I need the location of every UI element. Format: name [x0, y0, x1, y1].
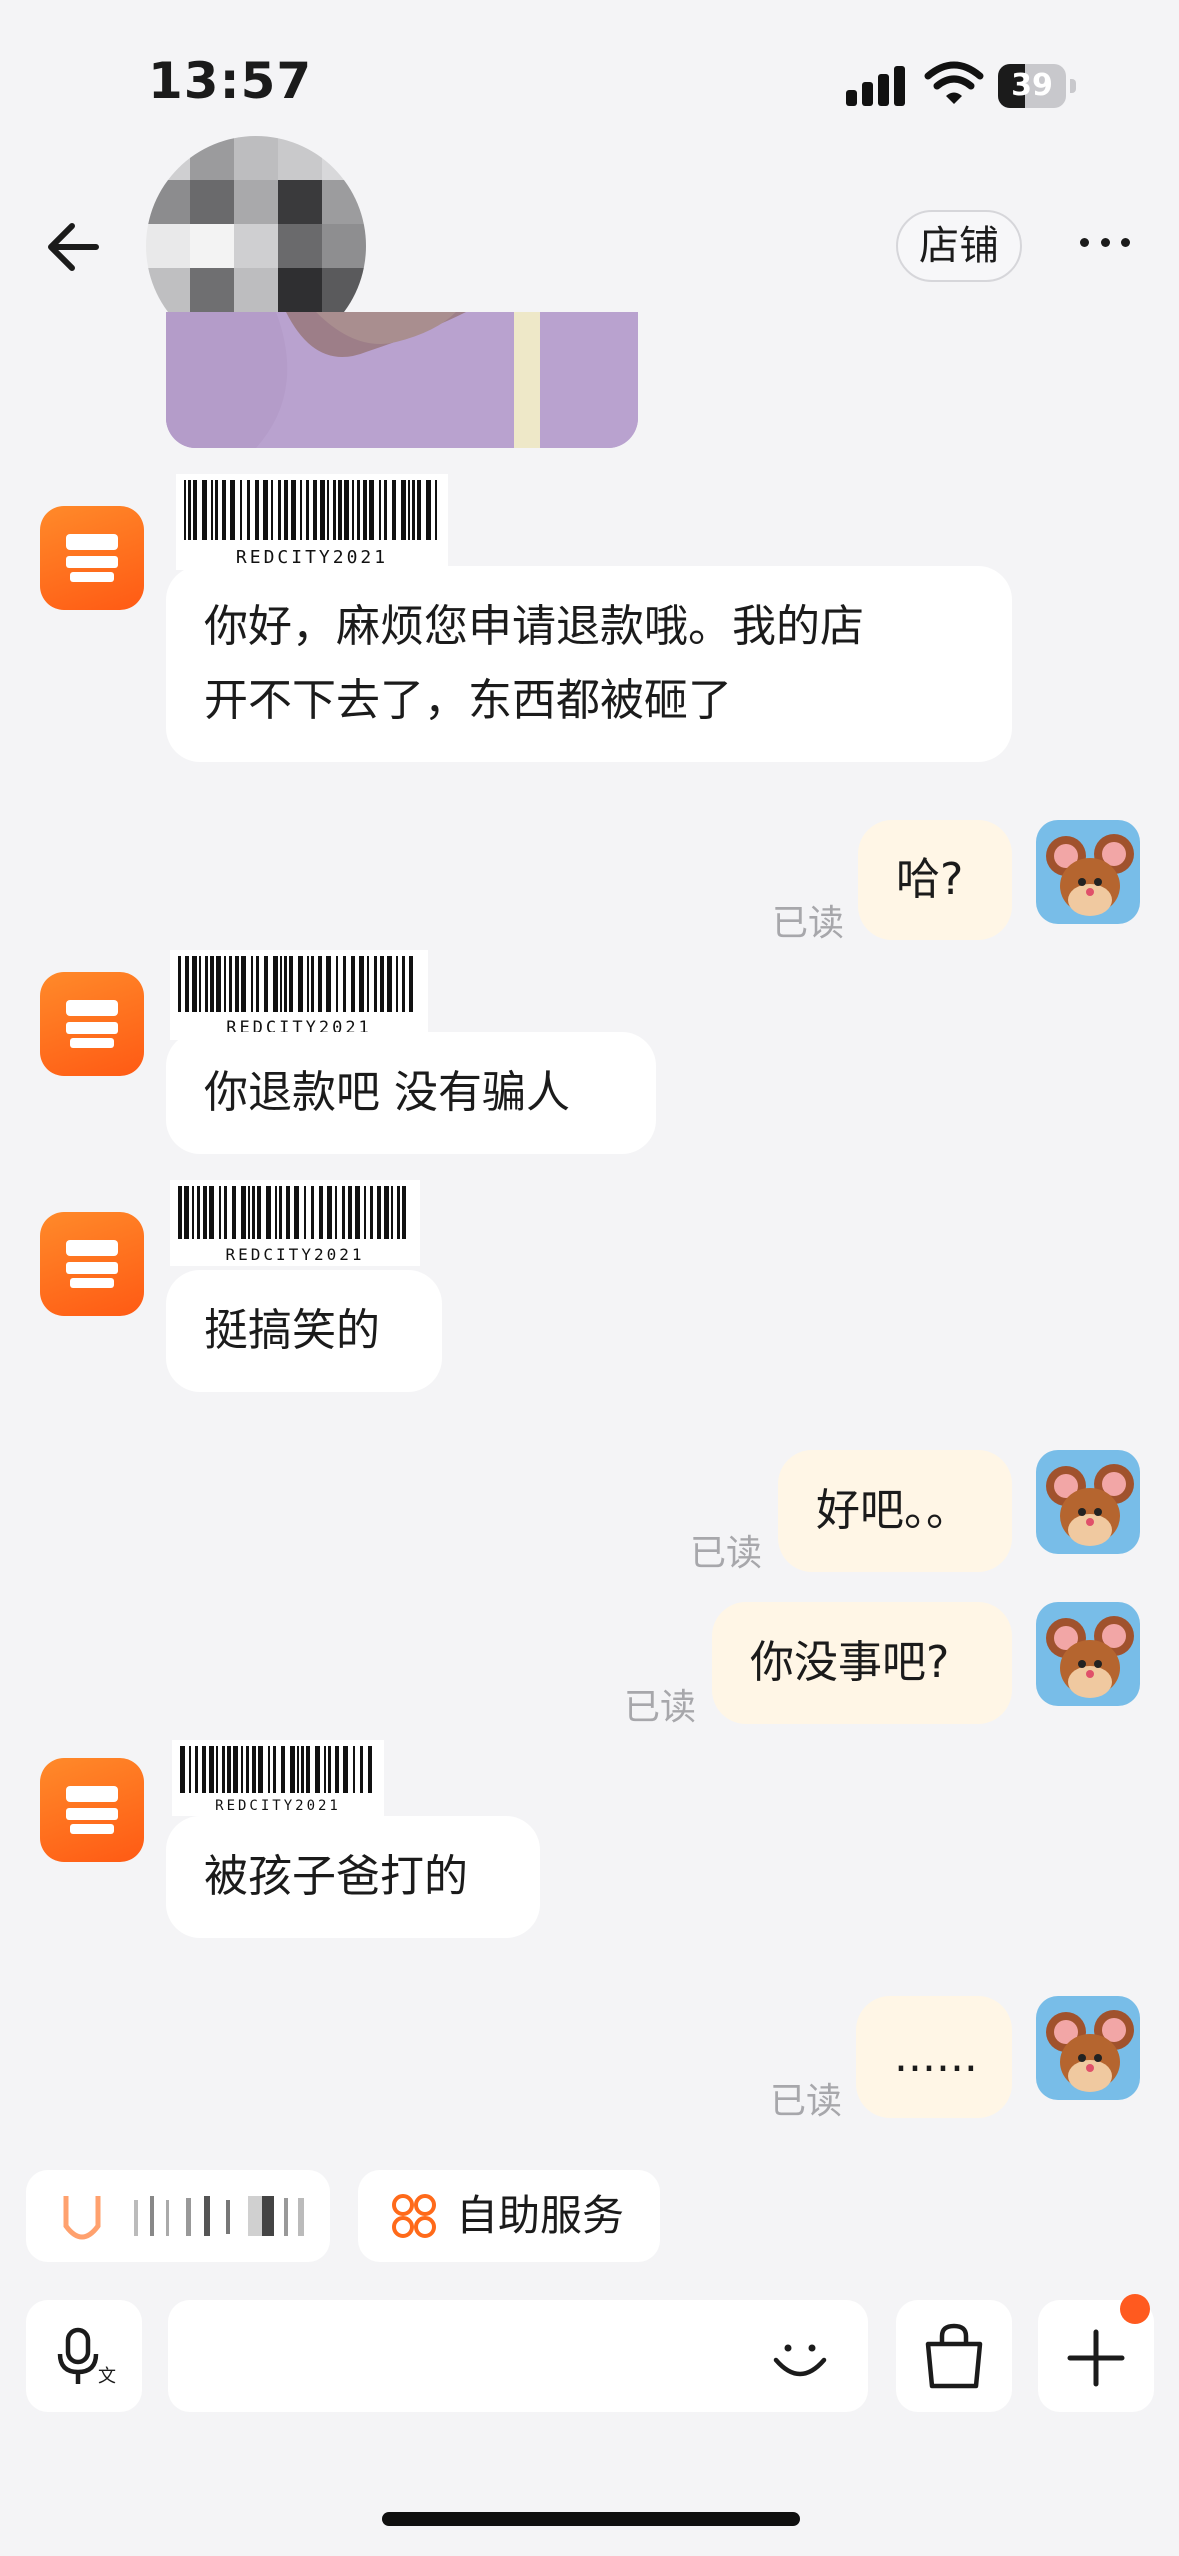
message-input[interactable]	[168, 2300, 868, 2412]
battery-percent: 39	[1011, 68, 1053, 103]
status-time: 13:57	[148, 52, 313, 110]
order-bag-button[interactable]	[896, 2300, 1012, 2412]
message-text: 挺搞笑的	[204, 1305, 380, 1356]
barcode-text: REDCITY2021	[215, 1798, 341, 1814]
user-avatar[interactable]	[1036, 820, 1140, 924]
message-line: 你好，麻烦您申请退款哦。我的店	[204, 601, 864, 652]
quick-action-blurred[interactable]	[26, 2170, 330, 2262]
voice-translate-button[interactable]: 文	[26, 2300, 142, 2412]
mic-translate-icon: 文	[57, 2327, 116, 2387]
self-service-button[interactable]: 自助服务	[358, 2170, 660, 2262]
barcode-bars	[180, 1746, 376, 1794]
sender-barcode: REDCITY2021	[170, 1180, 420, 1266]
message-text: ......	[894, 2031, 978, 2082]
sender-barcode: REDCITY2021	[176, 474, 448, 570]
shop-icon	[66, 1000, 118, 1048]
cellular-signal-icon	[846, 66, 906, 106]
barcode-text: REDCITY2021	[235, 547, 389, 568]
message-text: 哈?	[896, 854, 964, 905]
svg-text:文: 文	[98, 2366, 116, 2387]
message-bubble[interactable]: ......	[856, 1996, 1012, 2118]
mouse-avatar-image	[1046, 1616, 1134, 1698]
sender-barcode: REDCITY2021	[172, 1740, 384, 1816]
shop-icon	[66, 534, 118, 582]
shop-avatar[interactable]	[40, 1212, 144, 1316]
mouse-avatar-image	[1046, 2010, 1134, 2092]
message-text: 被孩子爸打的	[204, 1851, 468, 1902]
barcode-text: REDCITY2021	[225, 1245, 365, 1264]
wifi-icon	[924, 60, 984, 106]
message-bubble[interactable]: 你好，麻烦您申请退款哦。我的店 开不下去了，东西都被砸了	[166, 566, 1012, 762]
message-bubble[interactable]: 哈?	[858, 820, 1012, 940]
user-avatar[interactable]	[1036, 1450, 1140, 1554]
read-status: 已读	[690, 1533, 763, 1574]
barcode-bars	[178, 1186, 412, 1240]
sender-barcode: REDCITY2021	[170, 950, 428, 1040]
shop-icon	[66, 1240, 118, 1288]
user-avatar[interactable]	[1036, 1602, 1140, 1706]
emoji-icon[interactable]	[768, 2326, 832, 2390]
barcode-bars	[184, 480, 440, 540]
home-indicator	[382, 2512, 800, 2526]
more-options-icon[interactable]	[1070, 222, 1140, 262]
message-text: 好吧。。	[816, 1485, 970, 1536]
mouse-avatar-image	[1046, 834, 1134, 916]
message-bubble[interactable]: 你没事吧?	[712, 1602, 1012, 1724]
back-arrow-icon[interactable]	[40, 212, 110, 282]
more-actions-button[interactable]	[1038, 2294, 1154, 2412]
battery-icon: 39	[998, 64, 1076, 108]
self-service-icon	[392, 2194, 436, 2238]
message-bubble[interactable]: 被孩子爸打的	[166, 1816, 540, 1938]
message-bubble[interactable]: 挺搞笑的	[166, 1270, 442, 1392]
shop-avatar[interactable]	[40, 1758, 144, 1862]
message-line: 开不下去了，东西都被砸了	[204, 675, 732, 726]
self-service-label: 自助服务	[456, 2191, 625, 2240]
shopping-bag-icon	[925, 2323, 983, 2389]
message-text: 你退款吧 没有骗人	[204, 1067, 570, 1118]
message-bubble[interactable]: 你退款吧 没有骗人	[166, 1032, 656, 1154]
mouse-avatar-image	[1046, 1464, 1134, 1546]
message-bubble[interactable]: 好吧。。	[778, 1450, 1012, 1572]
read-status: 已读	[772, 903, 845, 944]
shop-avatar[interactable]	[40, 972, 144, 1076]
read-status: 已读	[624, 1687, 697, 1728]
blurred-action-content	[63, 2196, 304, 2240]
read-status: 已读	[770, 2081, 843, 2122]
message-text: 你没事吧?	[750, 1637, 950, 1688]
user-avatar[interactable]	[1036, 1996, 1140, 2100]
shop-icon	[66, 1786, 118, 1834]
shop-avatar[interactable]	[40, 506, 144, 610]
shared-photo[interactable]	[166, 312, 638, 448]
store-button[interactable]: 店铺	[896, 210, 1022, 282]
barcode-bars	[178, 956, 420, 1012]
plus-icon	[1067, 2329, 1125, 2387]
notification-dot	[1120, 2294, 1150, 2324]
